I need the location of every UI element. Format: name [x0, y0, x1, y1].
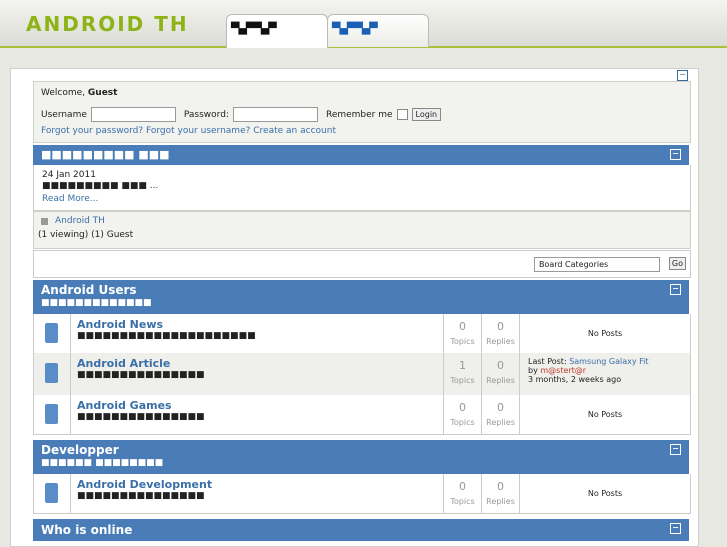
online-block: Android TH (1 viewing) (1) Guest — [33, 211, 691, 249]
online-icon — [41, 218, 48, 225]
create-account-link[interactable]: Create an account — [253, 126, 336, 136]
tab-2[interactable]: ▀▄▀▀▄▀ — [327, 14, 429, 47]
forgot-username-link[interactable]: Forgot your username? — [146, 126, 250, 136]
section-header-developer: Developper ■■■■■■ ■■■■■■■■ − — [33, 440, 689, 474]
username-input[interactable] — [90, 107, 176, 122]
author-link[interactable]: m@stert@r — [540, 366, 586, 375]
folder-icon — [45, 482, 58, 503]
top-bar: ANDROID TH ▀▄▀▀▄▀ ▀▄▀▀▄▀ — [0, 0, 727, 48]
last-post-link[interactable]: Samsung Galaxy Fit — [569, 357, 648, 366]
board-name[interactable]: Android News — [77, 318, 437, 331]
go-button[interactable]: Go — [668, 257, 686, 270]
folder-icon — [45, 322, 58, 343]
collapse-icon[interactable]: − — [677, 70, 688, 81]
remember-checkbox[interactable] — [396, 109, 408, 120]
board-row[interactable]: Android Games ■■■■■■■■■■■■■■■ 0 Topics 0 Re… — [33, 395, 691, 435]
tab-1[interactable]: ▀▄▀▀▄▀ — [226, 14, 328, 48]
collapse-icon[interactable]: − — [670, 523, 681, 534]
collapse-icon[interactable]: − — [670, 149, 681, 160]
forgot-password-link[interactable]: Forgot your password? — [41, 126, 143, 136]
site-logo[interactable]: ANDROID TH — [26, 12, 189, 36]
board-row[interactable]: Android Development ■■■■■■■■■■■■■■■ 0 Topi… — [33, 474, 691, 514]
category-row: Board Categories Go — [33, 250, 691, 278]
collapse-icon[interactable]: − — [670, 444, 681, 455]
folder-icon — [45, 403, 58, 424]
login-button[interactable]: Login — [411, 108, 442, 121]
collapse-icon[interactable]: − — [670, 284, 681, 295]
folder-icon — [45, 363, 58, 383]
news-header: ■■■■■■■■■ ■■■ − — [33, 145, 689, 165]
board-row[interactable]: Android News ■■■■■■■■■■■■■■■■■■■■■ 0 Topic… — [33, 314, 691, 354]
password-input[interactable] — [232, 107, 318, 122]
board-categories-select[interactable]: Board Categories — [534, 257, 660, 272]
login-box: Welcome, Guest Username Password: Rememb… — [33, 81, 691, 143]
board-row[interactable]: Android Article ■■■■■■■■■■■■■■■ 1 Topics 0… — [33, 353, 691, 396]
section-header-users: Android Users ■■■■■■■■■■■■■ − — [33, 280, 689, 314]
board-name[interactable]: Android Games — [77, 399, 437, 412]
section-header-online: Who is online − — [33, 519, 689, 541]
board-name[interactable]: Android Development — [77, 478, 437, 491]
online-link[interactable]: Android TH — [55, 216, 105, 226]
read-more-link[interactable]: Read More... — [42, 194, 98, 204]
news-block: 24 Jan 2011 ■■■■■■■■■ ■■■ ... Read More.… — [33, 165, 691, 211]
board-name[interactable]: Android Article — [77, 357, 437, 370]
